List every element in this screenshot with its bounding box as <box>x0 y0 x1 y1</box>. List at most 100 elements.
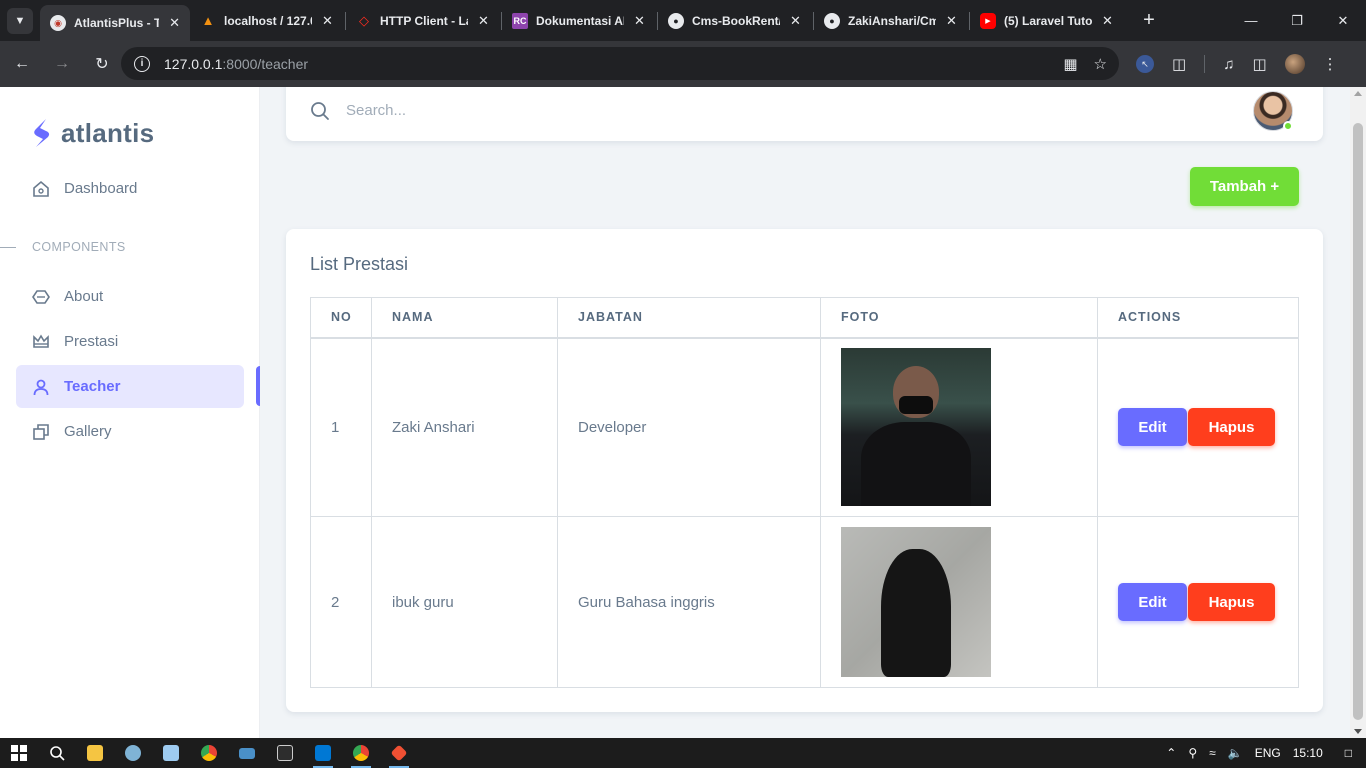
taskbar-search-icon[interactable] <box>38 738 76 768</box>
tab-title: HTTP Client - La <box>380 13 468 28</box>
tab-search-button[interactable]: ▼ <box>7 7 33 34</box>
address-bar[interactable]: i 127.0.0.1:8000/teacher ▦ ☆ <box>121 47 1119 80</box>
github-favicon-icon: ● <box>668 12 684 29</box>
chrome-active-icon[interactable] <box>342 738 380 768</box>
minimize-icon[interactable]: — <box>1228 0 1274 41</box>
tray-chevron-up-icon[interactable]: ⌃ <box>1166 746 1176 760</box>
close-tab-icon[interactable]: ✕ <box>790 13 801 29</box>
sidebar-item-about[interactable]: About <box>16 275 244 318</box>
extensions-puzzle-icon[interactable]: ◫ <box>1172 55 1186 73</box>
site-info-icon[interactable]: i <box>134 55 150 72</box>
extension-cursor-icon[interactable]: ↖ <box>1136 55 1154 73</box>
close-window-icon[interactable]: ✕ <box>1320 0 1366 41</box>
translate-icon[interactable]: ▦ <box>1063 55 1077 73</box>
photo-figure <box>881 549 951 677</box>
forward-arrow-icon[interactable]: → <box>44 46 80 82</box>
volume-icon[interactable]: 🔈 <box>1228 746 1243 760</box>
browser-tab-github-2[interactable]: ● ZakiAnshari/Cm ✕ <box>814 0 969 41</box>
close-tab-icon[interactable]: ✕ <box>946 13 957 29</box>
url-host: 127.0.0.1 <box>164 55 223 72</box>
copy-icon <box>32 423 50 441</box>
user-icon <box>32 378 50 396</box>
tab-title: ZakiAnshari/Cm <box>848 13 936 28</box>
menu-header-line <box>0 247 16 248</box>
sidebar-item-dashboard[interactable]: Dashboard <box>16 167 244 210</box>
scroll-up-arrow-icon[interactable] <box>1354 91 1362 96</box>
brand-name: atlantis <box>61 117 155 148</box>
browser-tab-phpmyadmin[interactable]: ▲ localhost / 127.0 ✕ <box>190 0 345 41</box>
extensions-area: ↖ ◫ ♫ ◫ ⋮ <box>1136 41 1338 87</box>
teacher-photo <box>841 527 991 677</box>
file-explorer-icon[interactable] <box>76 738 114 768</box>
bookmark-star-icon[interactable]: ☆ <box>1094 55 1107 73</box>
column-header-jabatan: JABATAN <box>557 297 821 339</box>
close-tab-icon[interactable]: ✕ <box>1102 13 1113 29</box>
url-path: :8000/teacher <box>222 55 309 72</box>
new-tab-icon[interactable]: + <box>1139 9 1159 32</box>
reload-icon[interactable]: ↻ <box>84 46 120 82</box>
close-tab-icon[interactable]: ✕ <box>322 13 333 29</box>
table-row: 1 Zaki Anshari Developer Edit Hapus <box>310 337 1299 517</box>
add-teacher-button[interactable]: Tambah + <box>1190 167 1299 206</box>
column-header-actions: ACTIONS <box>1097 297 1299 339</box>
back-arrow-icon[interactable]: ← <box>4 46 40 82</box>
chrome-icon[interactable] <box>190 738 228 768</box>
git-icon[interactable] <box>380 738 418 768</box>
menu-header-components: COMPONENTS <box>32 240 126 254</box>
page-scrollbar[interactable] <box>1350 87 1366 738</box>
cell-nama: ibuk guru <box>371 516 558 688</box>
side-panel-icon[interactable]: ◫ <box>1252 55 1266 73</box>
browser-tab-dokumentasi[interactable]: RC Dokumentasi AP ✕ <box>502 0 657 41</box>
delete-button[interactable]: Hapus <box>1188 408 1275 447</box>
cell-jabatan: Developer <box>557 337 821 517</box>
browser-tab-laravel[interactable]: ◇ HTTP Client - La ✕ <box>346 0 501 41</box>
windows-start-icon[interactable] <box>0 738 38 768</box>
url-text[interactable]: 127.0.0.1:8000/teacher <box>164 56 308 72</box>
terminal-icon[interactable] <box>266 738 304 768</box>
taskbar-app-icon[interactable] <box>114 738 152 768</box>
edit-button[interactable]: Edit <box>1118 408 1187 447</box>
tab-title: Cms-BookRent/ <box>692 13 780 28</box>
scrollbar-thumb[interactable] <box>1353 123 1363 720</box>
online-status-dot <box>1283 121 1293 131</box>
browser-tab-youtube[interactable]: ▶ (5) Laravel Tutor ✕ <box>970 0 1125 41</box>
clock[interactable]: 15:10 <box>1293 746 1323 760</box>
close-tab-icon[interactable]: ✕ <box>478 13 489 29</box>
wifi-icon[interactable]: ≈ <box>1209 746 1216 760</box>
restore-icon[interactable]: ❐ <box>1274 0 1320 41</box>
delete-button[interactable]: Hapus <box>1188 583 1275 621</box>
search-input[interactable] <box>346 97 946 123</box>
language-indicator[interactable]: ENG <box>1255 746 1281 760</box>
notepad-icon[interactable] <box>152 738 190 768</box>
keyboard-icon[interactable] <box>228 738 266 768</box>
close-tab-icon[interactable]: ✕ <box>169 15 180 31</box>
teacher-table: NO NAMA JABATAN FOTO ACTIONS 1 Zaki Ansh… <box>310 297 1299 688</box>
edit-button[interactable]: Edit <box>1118 583 1187 621</box>
close-tab-icon[interactable]: ✕ <box>634 13 645 29</box>
sidebar-item-gallery[interactable]: Gallery <box>16 410 244 453</box>
vscode-icon[interactable] <box>304 738 342 768</box>
card-title: List Prestasi <box>310 254 409 274</box>
notification-icon[interactable]: □ <box>1345 746 1352 760</box>
media-control-icon[interactable]: ♫ <box>1223 56 1234 73</box>
sidebar-item-teacher[interactable]: Teacher <box>16 365 244 408</box>
rc-favicon-icon: RC <box>512 12 528 29</box>
sidebar-item-prestasi[interactable]: Prestasi <box>16 320 244 363</box>
system-tray: ⌃ ⚲ ≈ 🔈 ENG 15:10 □ <box>1166 738 1366 768</box>
browser-tab-atlantis[interactable]: ◉ AtlantisPlus - Te ✕ <box>40 5 190 41</box>
cell-no: 2 <box>310 516 372 688</box>
chevron-down-icon: ▼ <box>14 14 26 27</box>
browser-tab-github-1[interactable]: ● Cms-BookRent/ ✕ <box>658 0 813 41</box>
cell-foto <box>820 516 1098 688</box>
sidebar-item-label: Teacher <box>64 378 121 395</box>
tab-title: Dokumentasi AP <box>536 13 624 28</box>
brand[interactable]: atlantis <box>30 117 154 149</box>
scroll-down-arrow-icon[interactable] <box>1354 729 1362 734</box>
github-favicon-icon: ● <box>824 12 840 29</box>
atlantis-favicon-icon: ◉ <box>50 15 66 31</box>
tab-title: AtlantisPlus - Te <box>74 16 160 30</box>
more-menu-icon[interactable]: ⋮ <box>1323 55 1338 73</box>
profile-avatar-icon[interactable] <box>1284 54 1305 74</box>
network-icon[interactable]: ⚲ <box>1188 746 1197 760</box>
home-icon <box>32 180 50 198</box>
